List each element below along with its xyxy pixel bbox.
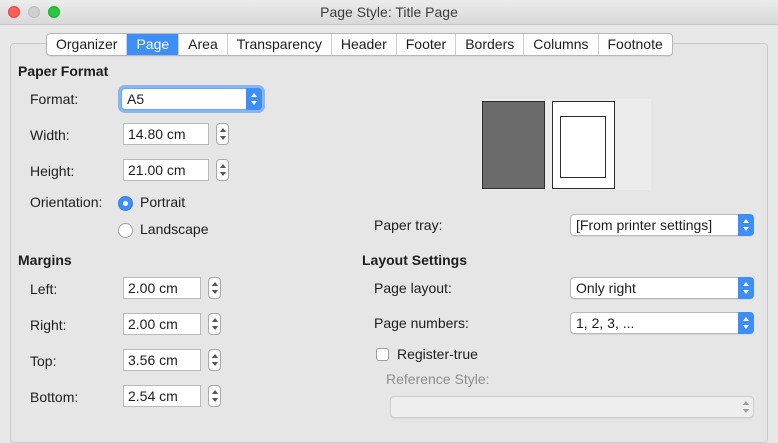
page-numbers-label: Page numbers: bbox=[374, 315, 469, 331]
left-margin-stepper[interactable] bbox=[208, 277, 221, 299]
right-margin-stepper[interactable] bbox=[208, 313, 221, 335]
page-numbers-arrow-icon bbox=[738, 312, 754, 334]
tab-footer[interactable]: Footer bbox=[397, 34, 457, 55]
height-field[interactable]: 21.00 cm bbox=[123, 159, 209, 181]
top-margin-label: Top: bbox=[30, 353, 57, 369]
format-label: Format: bbox=[30, 91, 79, 107]
orientation-label: Orientation: bbox=[30, 194, 103, 210]
page-layout-value: Only right bbox=[576, 280, 636, 296]
tab-borders[interactable]: Borders bbox=[456, 34, 525, 55]
register-true-label[interactable]: Register-true bbox=[397, 346, 478, 362]
bottom-margin-label: Bottom: bbox=[30, 389, 79, 405]
portrait-label[interactable]: Portrait bbox=[140, 194, 185, 210]
margins-heading: Margins bbox=[18, 252, 72, 268]
paper-tray-label: Paper tray: bbox=[374, 217, 443, 233]
right-margin-field[interactable]: 2.00 cm bbox=[123, 313, 201, 335]
tab-header[interactable]: Header bbox=[332, 34, 397, 55]
paper-tray-arrow-icon bbox=[738, 214, 754, 236]
page-layout-select[interactable]: Only right bbox=[570, 277, 754, 299]
width-field[interactable]: 14.80 cm bbox=[123, 123, 209, 145]
preview-left-page bbox=[482, 101, 545, 189]
page-numbers-select[interactable]: 1, 2, 3, ... bbox=[570, 312, 754, 334]
top-margin-field[interactable]: 3.56 cm bbox=[123, 349, 201, 371]
tab-footnote[interactable]: Footnote bbox=[599, 34, 672, 55]
top-margin-stepper[interactable] bbox=[208, 349, 221, 371]
right-margin-label: Right: bbox=[30, 317, 67, 333]
left-margin-field[interactable]: 2.00 cm bbox=[123, 277, 201, 299]
reference-style-label: Reference Style: bbox=[386, 371, 490, 387]
width-stepper[interactable] bbox=[216, 123, 229, 145]
tab-page[interactable]: Page bbox=[127, 34, 180, 55]
landscape-radio[interactable] bbox=[118, 223, 133, 238]
register-true-checkbox[interactable] bbox=[376, 348, 389, 361]
reference-style-select bbox=[390, 396, 754, 418]
window-title: Page Style: Title Page bbox=[320, 4, 458, 20]
preview-right-page bbox=[552, 101, 615, 189]
page-layout-arrow-icon bbox=[738, 277, 754, 299]
paper-tray-select[interactable]: [From printer settings] bbox=[570, 214, 754, 236]
title-bar: Page Style: Title Page bbox=[0, 0, 778, 25]
page-layout-label: Page layout: bbox=[374, 280, 452, 296]
paper-tray-value: [From printer settings] bbox=[576, 217, 713, 233]
page-numbers-value: 1, 2, 3, ... bbox=[576, 315, 635, 331]
left-margin-label: Left: bbox=[30, 281, 58, 297]
layout-settings-heading: Layout Settings bbox=[362, 252, 468, 268]
height-label: Height: bbox=[30, 163, 75, 179]
tab-transparency[interactable]: Transparency bbox=[228, 34, 332, 55]
format-select-value: A5 bbox=[127, 91, 145, 107]
portrait-radio[interactable] bbox=[118, 196, 133, 211]
preview-text-area bbox=[560, 116, 606, 178]
format-select[interactable]: A5 bbox=[121, 88, 262, 110]
page-preview bbox=[481, 99, 651, 190]
height-stepper[interactable] bbox=[216, 159, 229, 181]
format-select-arrow-icon bbox=[246, 88, 262, 110]
landscape-label[interactable]: Landscape bbox=[140, 221, 209, 237]
paper-format-heading: Paper Format bbox=[18, 63, 109, 79]
bottom-margin-field[interactable]: 2.54 cm bbox=[123, 385, 201, 407]
tab-columns[interactable]: Columns bbox=[524, 34, 599, 55]
width-label: Width: bbox=[30, 127, 70, 143]
tab-organizer[interactable]: Organizer bbox=[47, 34, 128, 55]
bottom-margin-stepper[interactable] bbox=[208, 385, 221, 407]
tab-bar: Organizer Page Area Transparency Header … bbox=[46, 33, 673, 56]
tab-area[interactable]: Area bbox=[179, 34, 228, 55]
reference-style-arrow-icon bbox=[738, 396, 754, 418]
